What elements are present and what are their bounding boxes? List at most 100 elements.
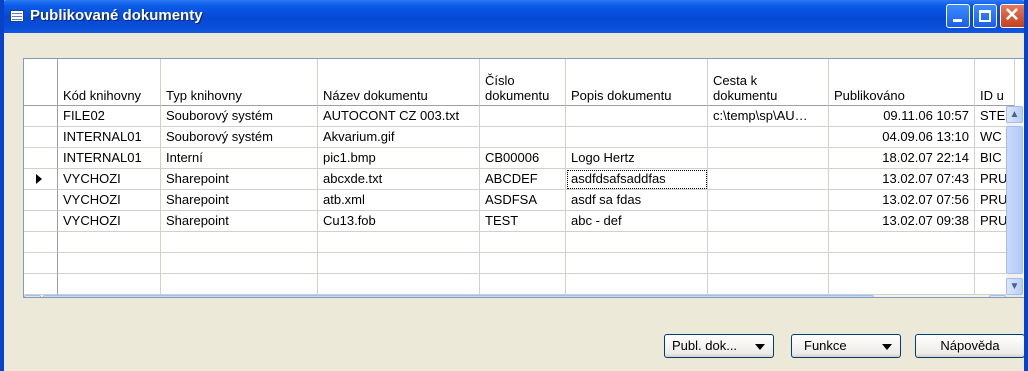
maximize-button[interactable] — [973, 4, 997, 28]
table-cell-publikovano[interactable] — [829, 232, 975, 253]
table-cell-popis-dokumentu[interactable] — [566, 253, 708, 274]
table-cell-popis-dokumentu[interactable]: asdfdsafsaddfas — [566, 169, 708, 190]
row-selector[interactable] — [24, 148, 58, 169]
table-cell-publikovano[interactable]: 04.09.06 13:10 — [829, 127, 975, 148]
table-cell-publikovano[interactable]: 13.02.07 07:43 — [829, 169, 975, 190]
table-cell-cislo-dokumentu[interactable] — [480, 274, 566, 295]
table-cell-cislo-dokumentu[interactable]: ABCDEF — [480, 169, 566, 190]
table-cell-publikovano[interactable]: 18.02.07 22:14 — [829, 148, 975, 169]
column-header-publikovano[interactable]: Publikováno — [829, 59, 975, 106]
table-cell-typ-knihovny[interactable]: Interní — [161, 148, 318, 169]
table-cell-kod-knihovny[interactable] — [58, 253, 161, 274]
table-cell-popis-dokumentu[interactable]: asdf sa fdas — [566, 190, 708, 211]
table-cell-nazev-dokumentu[interactable]: Akvarium.gif — [318, 127, 480, 148]
column-header-kod-knihovny[interactable]: Kód knihovny — [58, 59, 161, 106]
column-header-cesta-k-dokumentu[interactable]: Cesta k dokumentu — [708, 59, 829, 106]
horizontal-scroll-thumb[interactable] — [43, 295, 874, 297]
table-cell-kod-knihovny[interactable]: VYCHOZI — [58, 169, 161, 190]
table-cell-publikovano[interactable]: 13.02.07 07:56 — [829, 190, 975, 211]
table-cell-nazev-dokumentu[interactable]: AUTOCONT CZ 003.txt — [318, 106, 480, 127]
table-cell-cislo-dokumentu[interactable]: ASDFSA — [480, 190, 566, 211]
table-cell-cesta-k-dokumentu[interactable] — [708, 253, 829, 274]
table-cell-cesta-k-dokumentu[interactable] — [708, 127, 829, 148]
table-cell-nazev-dokumentu[interactable]: atb.xml — [318, 190, 480, 211]
row-selector[interactable] — [24, 253, 58, 274]
column-header-label: Cesta k dokumentu — [713, 73, 778, 103]
minimize-button[interactable] — [946, 4, 970, 28]
table-cell-cesta-k-dokumentu[interactable] — [708, 148, 829, 169]
column-header-cislo-dokumentu[interactable]: Číslo dokumentu — [480, 59, 566, 106]
scroll-up-icon[interactable]: ▲ — [1006, 106, 1023, 123]
column-header-id[interactable]: ID u — [975, 59, 1015, 106]
vertical-scrollbar[interactable]: ▲ ▼ — [1006, 106, 1023, 295]
table-cell-cesta-k-dokumentu[interactable] — [708, 190, 829, 211]
table-cell-kod-knihovny[interactable]: FILE02 — [58, 106, 161, 127]
column-header-label: Popis dokumentu — [571, 88, 672, 103]
table-cell-publikovano[interactable]: 13.02.07 09:38 — [829, 211, 975, 232]
table-cell-cislo-dokumentu[interactable]: TEST — [480, 211, 566, 232]
table-cell-cislo-dokumentu[interactable] — [480, 253, 566, 274]
vertical-scroll-thumb[interactable] — [1006, 126, 1023, 274]
table-cell-cislo-dokumentu[interactable]: CB00006 — [480, 148, 566, 169]
row-selector[interactable] — [24, 106, 58, 127]
table-cell-cislo-dokumentu[interactable] — [480, 127, 566, 148]
table-cell-kod-knihovny[interactable] — [58, 274, 161, 295]
table-cell-publikovano[interactable] — [829, 274, 975, 295]
table-cell-popis-dokumentu[interactable]: Logo Hertz — [566, 148, 708, 169]
row-selector[interactable] — [24, 211, 58, 232]
table-cell-typ-knihovny[interactable]: Souborový systém — [161, 106, 318, 127]
table-cell-kod-knihovny[interactable]: VYCHOZI — [58, 211, 161, 232]
table-cell-typ-knihovny[interactable]: Sharepoint — [161, 169, 318, 190]
table-cell-typ-knihovny[interactable] — [161, 253, 318, 274]
title-bar[interactable]: Publikované dokumenty ✕ — [4, 0, 1024, 33]
table-cell-typ-knihovny[interactable] — [161, 232, 318, 253]
row-selector[interactable] — [24, 232, 58, 253]
scroll-down-icon[interactable]: ▼ — [1006, 278, 1023, 295]
table-cell-cesta-k-dokumentu[interactable] — [708, 232, 829, 253]
table-cell-popis-dokumentu[interactable] — [566, 274, 708, 295]
horizontal-scrollbar[interactable]: <> — [24, 295, 1006, 297]
documents-table[interactable]: Kód knihovny Typ knihovny Název dokumentu Č… — [23, 58, 1024, 298]
current-row-arrow-icon — [36, 174, 42, 184]
table-cell-nazev-dokumentu[interactable] — [318, 274, 480, 295]
column-header-popis-dokumentu[interactable]: Popis dokumentu — [566, 59, 708, 106]
table-cell-nazev-dokumentu[interactable]: abcxde.txt — [318, 169, 480, 190]
scroll-corner — [1006, 295, 1023, 297]
table-cell-nazev-dokumentu[interactable] — [318, 253, 480, 274]
row-selector[interactable] — [24, 190, 58, 211]
scroll-left-icon[interactable]: < — [24, 295, 41, 297]
napoveda-button[interactable]: Nápověda — [915, 334, 1024, 358]
funkce-dropdown-button[interactable]: Funkce — [791, 334, 901, 358]
table-cell-nazev-dokumentu[interactable]: Cu13.fob — [318, 211, 480, 232]
column-header-typ-knihovny[interactable]: Typ knihovny — [161, 59, 318, 106]
table-cell-publikovano[interactable]: 09.11.06 10:57 — [829, 106, 975, 127]
table-cell-typ-knihovny[interactable]: Souborový systém — [161, 127, 318, 148]
close-button[interactable]: ✕ — [1000, 4, 1024, 28]
table-cell-publikovano[interactable] — [829, 253, 975, 274]
table-cell-cislo-dokumentu[interactable] — [480, 232, 566, 253]
row-selector[interactable] — [24, 169, 58, 190]
row-selector[interactable] — [24, 127, 58, 148]
table-cell-popis-dokumentu[interactable] — [566, 106, 708, 127]
table-cell-cesta-k-dokumentu[interactable] — [708, 274, 829, 295]
row-selector[interactable] — [24, 274, 58, 295]
table-cell-kod-knihovny[interactable]: INTERNAL01 — [58, 127, 161, 148]
column-header-nazev-dokumentu[interactable]: Název dokumentu — [318, 59, 480, 106]
table-cell-kod-knihovny[interactable] — [58, 232, 161, 253]
table-cell-nazev-dokumentu[interactable]: pic1.bmp — [318, 148, 480, 169]
table-cell-kod-knihovny[interactable]: INTERNAL01 — [58, 148, 161, 169]
table-cell-typ-knihovny[interactable] — [161, 274, 318, 295]
table-cell-cesta-k-dokumentu[interactable] — [708, 169, 829, 190]
publ-dok-dropdown-button[interactable]: Publ. dok... — [664, 334, 774, 358]
table-cell-typ-knihovny[interactable]: Sharepoint — [161, 190, 318, 211]
table-cell-kod-knihovny[interactable]: VYCHOZI — [58, 190, 161, 211]
scroll-right-icon[interactable]: > — [989, 295, 1006, 297]
table-cell-typ-knihovny[interactable]: Sharepoint — [161, 211, 318, 232]
table-cell-popis-dokumentu[interactable] — [566, 127, 708, 148]
table-cell-popis-dokumentu[interactable]: abc - def — [566, 211, 708, 232]
table-cell-cesta-k-dokumentu[interactable] — [708, 211, 829, 232]
table-cell-nazev-dokumentu[interactable] — [318, 232, 480, 253]
table-cell-cislo-dokumentu[interactable] — [480, 106, 566, 127]
table-cell-popis-dokumentu[interactable] — [566, 232, 708, 253]
table-cell-cesta-k-dokumentu[interactable]: c:\temp\sp\AU… — [708, 106, 829, 127]
